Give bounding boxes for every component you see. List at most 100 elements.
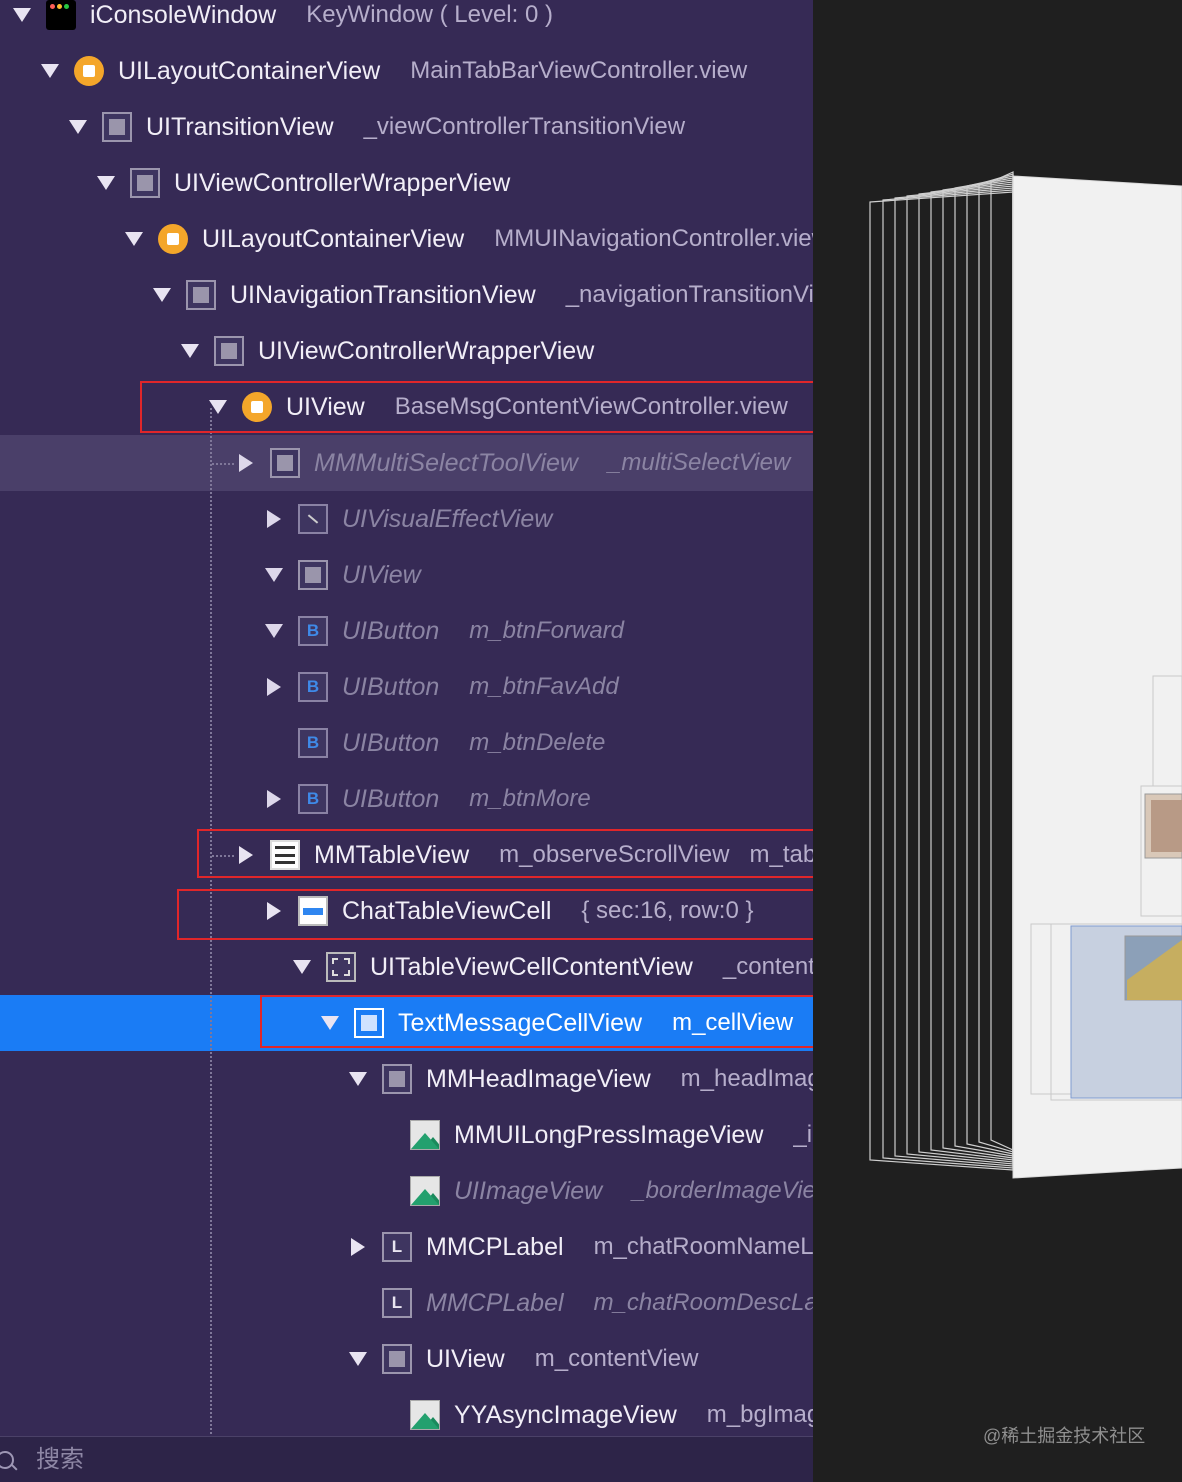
image-view-icon: [410, 1400, 440, 1430]
class-name: MMMultiSelectToolView: [314, 448, 578, 477]
class-name: MMUILongPressImageView: [454, 1120, 764, 1149]
tree-row[interactable]: B UIButton m_btnForward: [0, 603, 813, 659]
view-icon: [382, 1344, 412, 1374]
tree-guide-branch: [212, 855, 234, 857]
disclosure-expanded-icon[interactable]: [120, 225, 148, 253]
view-controller-icon: [242, 392, 272, 422]
visual-effect-icon: [298, 504, 328, 534]
search-bar: [0, 1436, 813, 1482]
tree-row[interactable]: UIView: [0, 547, 813, 603]
instance-name: MainTabBarViewController.view: [410, 57, 748, 84]
tree-row[interactable]: UITableViewCellContentView _contentView: [0, 939, 813, 995]
class-name: iConsoleWindow: [90, 0, 277, 29]
view-hierarchy-navigator: iConsoleWindow KeyWindow ( Level: 0 ) UILa…: [0, 0, 813, 1482]
app-window-icon: [46, 0, 76, 30]
button-icon: B: [298, 672, 328, 702]
class-name: UIViewControllerWrapperView: [174, 168, 511, 197]
disclosure-collapsed-icon[interactable]: [344, 1233, 372, 1261]
label-icon: L: [382, 1232, 412, 1262]
3d-layer-stack[interactable]: [813, 0, 1182, 1482]
instance-name: _multiSelectView: [608, 449, 791, 476]
class-name: MMCPLabel: [426, 1232, 564, 1261]
disclosure-expanded-icon[interactable]: [204, 393, 232, 421]
disclosure-expanded-icon[interactable]: [344, 1345, 372, 1373]
view-icon: [298, 560, 328, 590]
button-icon: B: [298, 784, 328, 814]
tree-row[interactable]: UIViewControllerWrapperView: [0, 155, 813, 211]
disclosure-expanded-icon[interactable]: [148, 281, 176, 309]
disclosure-collapsed-icon[interactable]: [260, 897, 288, 925]
class-name: MMCPLabel: [426, 1288, 564, 1317]
disclosure-collapsed-icon[interactable]: [260, 505, 288, 533]
class-name: MMHeadImageView: [426, 1064, 651, 1093]
table-view-icon: [270, 840, 300, 870]
tree-row[interactable]: UILayoutContainerView MainTabBarViewContr…: [0, 43, 813, 99]
tree-row[interactable]: MMTableView m_observeScrollView m_tableVie…: [0, 827, 813, 883]
disclosure-collapsed-icon[interactable]: [232, 449, 260, 477]
class-name: UIButton: [342, 672, 440, 701]
instance-name: m_chatRoomNameLabel: [593, 1233, 813, 1260]
disclosure-expanded-icon[interactable]: [260, 617, 288, 645]
tree-row[interactable]: B UIButton m_btnDelete: [0, 715, 813, 771]
tree-row[interactable]: UIVisualEffectView: [0, 491, 813, 547]
class-name: UIButton: [342, 616, 440, 645]
instance-name: BaseMsgContentViewController.view: [394, 393, 788, 420]
tree-row[interactable]: ChatTableViewCell { sec:16, row:0 }: [0, 883, 813, 939]
disclosure-expanded-icon[interactable]: [176, 337, 204, 365]
disclosure-expanded-icon[interactable]: [344, 1065, 372, 1093]
tree-row[interactable]: MMMultiSelectToolView _multiSelectView: [0, 435, 813, 491]
view-icon: [382, 1064, 412, 1094]
instance-name: m_btnDelete: [469, 729, 606, 756]
image-view-icon: [410, 1176, 440, 1206]
class-name: UIButton: [342, 728, 440, 757]
view-controller-icon: [74, 56, 104, 86]
tree-row[interactable]: L MMCPLabel m_chatRoomNameLabel: [0, 1219, 813, 1275]
tree-row[interactable]: iConsoleWindow KeyWindow ( Level: 0 ): [0, 0, 813, 43]
tree-row[interactable]: L MMCPLabel m_chatRoomDescLabel: [0, 1275, 813, 1331]
disclosure-expanded-icon[interactable]: [36, 57, 64, 85]
tree-row[interactable]: UILayoutContainerView MMUINavigationContr…: [0, 211, 813, 267]
tree-row[interactable]: UIView m_contentView: [0, 1331, 813, 1387]
tree-row[interactable]: B UIButton m_btnMore: [0, 771, 813, 827]
view-controller-icon: [158, 224, 188, 254]
disclosure-collapsed-icon[interactable]: [260, 673, 288, 701]
instance-name: KeyWindow ( Level: 0 ): [306, 1, 553, 28]
instance-name: _imageView: [793, 1121, 813, 1148]
disclosure-collapsed-icon[interactable]: [232, 841, 260, 869]
disclosure-expanded-icon[interactable]: [64, 113, 92, 141]
tree-row[interactable]: YYAsyncImageView m_bgImageView: [0, 1387, 813, 1443]
tree-row[interactable]: MMUILongPressImageView _imageView: [0, 1107, 813, 1163]
class-name: UIButton: [342, 784, 440, 813]
tree-row[interactable]: UIViewControllerWrapperView: [0, 323, 813, 379]
instance-name: m_btnMore: [469, 785, 591, 812]
disclosure-expanded-icon[interactable]: [92, 169, 120, 197]
disclosure-expanded-icon[interactable]: [260, 561, 288, 589]
disclosure-collapsed-icon[interactable]: [260, 785, 288, 813]
layer-frames: [869, 171, 1014, 1171]
class-name: UIViewControllerWrapperView: [258, 336, 595, 365]
disclosure-expanded-icon[interactable]: [8, 1, 36, 29]
tree-row[interactable]: UITransitionView _viewControllerTransitio…: [0, 99, 813, 155]
tree-row[interactable]: UIImageView _borderImageView: [0, 1163, 813, 1219]
class-name: UIView: [286, 392, 365, 421]
class-name: UIView: [342, 560, 421, 589]
3d-view-canvas[interactable]: [813, 0, 1182, 1482]
watermark: @稀土掘金技术社区: [983, 1426, 1146, 1446]
table-cell-icon: [298, 896, 328, 926]
tree-row[interactable]: MMHeadImageView m_headImageView: [0, 1051, 813, 1107]
disclosure-expanded-icon[interactable]: [288, 953, 316, 981]
tree-row[interactable]: UIView BaseMsgContentViewController.view: [0, 379, 813, 435]
class-name: UIVisualEffectView: [342, 504, 553, 533]
instance-name: m_contentView: [534, 1345, 699, 1372]
view-icon: [186, 280, 216, 310]
tree-row[interactable]: TextMessageCellView m_cellView: [0, 995, 813, 1051]
instance-name: m_chatRoomDescLabel: [593, 1289, 813, 1316]
search-input[interactable]: [34, 1445, 738, 1475]
tree-row[interactable]: UINavigationTransitionView _navigationTra…: [0, 267, 813, 323]
tree-row[interactable]: B UIButton m_btnFavAdd: [0, 659, 813, 715]
class-name: UINavigationTransitionView: [230, 280, 536, 309]
disclosure-expanded-icon[interactable]: [316, 1009, 344, 1037]
